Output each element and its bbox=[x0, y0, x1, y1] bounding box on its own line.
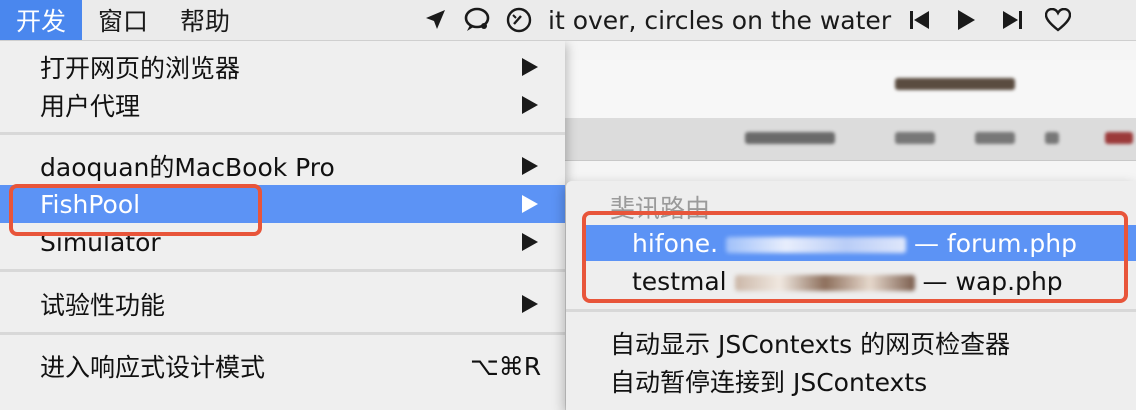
chat-bubble-icon[interactable] bbox=[462, 5, 492, 35]
next-track-icon[interactable] bbox=[997, 5, 1027, 35]
screen: 开发 窗口 帮助 it over, circles on the water 打… bbox=[0, 0, 1136, 410]
submenu-page-forum[interactable]: hifone. — forum.php bbox=[584, 225, 1136, 261]
menu-separator bbox=[0, 132, 565, 135]
menu-item-simulator[interactable]: Simulator bbox=[0, 223, 565, 261]
submenu-arrow-icon bbox=[522, 233, 538, 251]
now-playing-text: it over, circles on the water bbox=[548, 5, 892, 35]
page-host-prefix: hifone. bbox=[632, 228, 719, 258]
menu-bar: 开发 窗口 帮助 it over, circles on the water bbox=[0, 0, 1136, 41]
menu-item-experimental-features[interactable]: 试验性功能 bbox=[0, 285, 565, 323]
redacted-host bbox=[734, 274, 915, 291]
speedometer-icon[interactable] bbox=[504, 5, 534, 35]
page-label: hifone. — forum.php bbox=[632, 229, 1077, 258]
menu-item-fishpool[interactable]: FishPool bbox=[0, 185, 565, 223]
menu-separator bbox=[0, 269, 565, 272]
heart-icon[interactable] bbox=[1043, 5, 1073, 35]
page-path: — forum.php bbox=[913, 228, 1078, 258]
menu-item-user-agent[interactable]: 用户代理 bbox=[0, 86, 565, 124]
play-icon[interactable] bbox=[951, 5, 981, 35]
submenu-option-auto-pause[interactable]: 自动暂停连接到 JSContexts bbox=[610, 363, 927, 399]
submenu-arrow-icon bbox=[522, 195, 538, 213]
menu-item-label: 用户代理 bbox=[40, 92, 141, 121]
submenu-arrow-icon bbox=[522, 58, 538, 76]
menu-develop[interactable]: 开发 bbox=[0, 0, 83, 40]
fishpool-submenu: 斐讯路由 hifone. — forum.php testmal — wap.p… bbox=[566, 181, 1136, 410]
submenu-arrow-icon bbox=[522, 96, 538, 114]
submenu-separator bbox=[566, 309, 1136, 312]
location-arrow-icon[interactable] bbox=[420, 5, 450, 35]
menu-item-label: 打开网页的浏览器 bbox=[40, 54, 241, 83]
menu-item-label: 进入响应式设计模式 bbox=[40, 353, 266, 382]
submenu-arrow-icon bbox=[522, 157, 538, 175]
menu-item-label: FishPool bbox=[40, 189, 141, 219]
submenu-header: 斐讯路由 bbox=[610, 194, 711, 223]
submenu-option-auto-show-inspector[interactable]: 自动显示 JSContexts 的网页检查器 bbox=[610, 325, 1010, 361]
menu-item-responsive-design-mode[interactable]: 进入响应式设计模式 ⌥⌘R bbox=[0, 347, 565, 385]
page-host-prefix: testmal bbox=[632, 266, 727, 296]
menu-help[interactable]: 帮助 bbox=[164, 0, 246, 40]
page-label: testmal — wap.php bbox=[632, 267, 1063, 296]
menu-item-macbook-pro[interactable]: daoquan的MacBook Pro bbox=[0, 147, 565, 185]
menu-item-label: 试验性功能 bbox=[40, 291, 166, 320]
browser-tab-bar bbox=[565, 118, 1136, 161]
redacted-host bbox=[726, 236, 907, 253]
submenu-arrow-icon bbox=[522, 295, 538, 313]
keyboard-shortcut: ⌥⌘R bbox=[470, 351, 542, 381]
menu-item-open-page-with[interactable]: 打开网页的浏览器 bbox=[0, 48, 565, 86]
menu-window[interactable]: 窗口 bbox=[82, 0, 164, 40]
previous-track-icon[interactable] bbox=[905, 5, 935, 35]
status-area: it over, circles on the water bbox=[420, 0, 1089, 40]
menu-separator bbox=[0, 332, 565, 335]
submenu-page-wap[interactable]: testmal — wap.php bbox=[584, 263, 1136, 299]
develop-menu-dropdown: 打开网页的浏览器 用户代理 daoquan的MacBook Pro FishPo… bbox=[0, 40, 565, 410]
page-path: — wap.php bbox=[922, 266, 1063, 296]
menu-item-label: daoquan的MacBook Pro bbox=[40, 153, 335, 182]
menu-item-label: Simulator bbox=[40, 227, 161, 257]
